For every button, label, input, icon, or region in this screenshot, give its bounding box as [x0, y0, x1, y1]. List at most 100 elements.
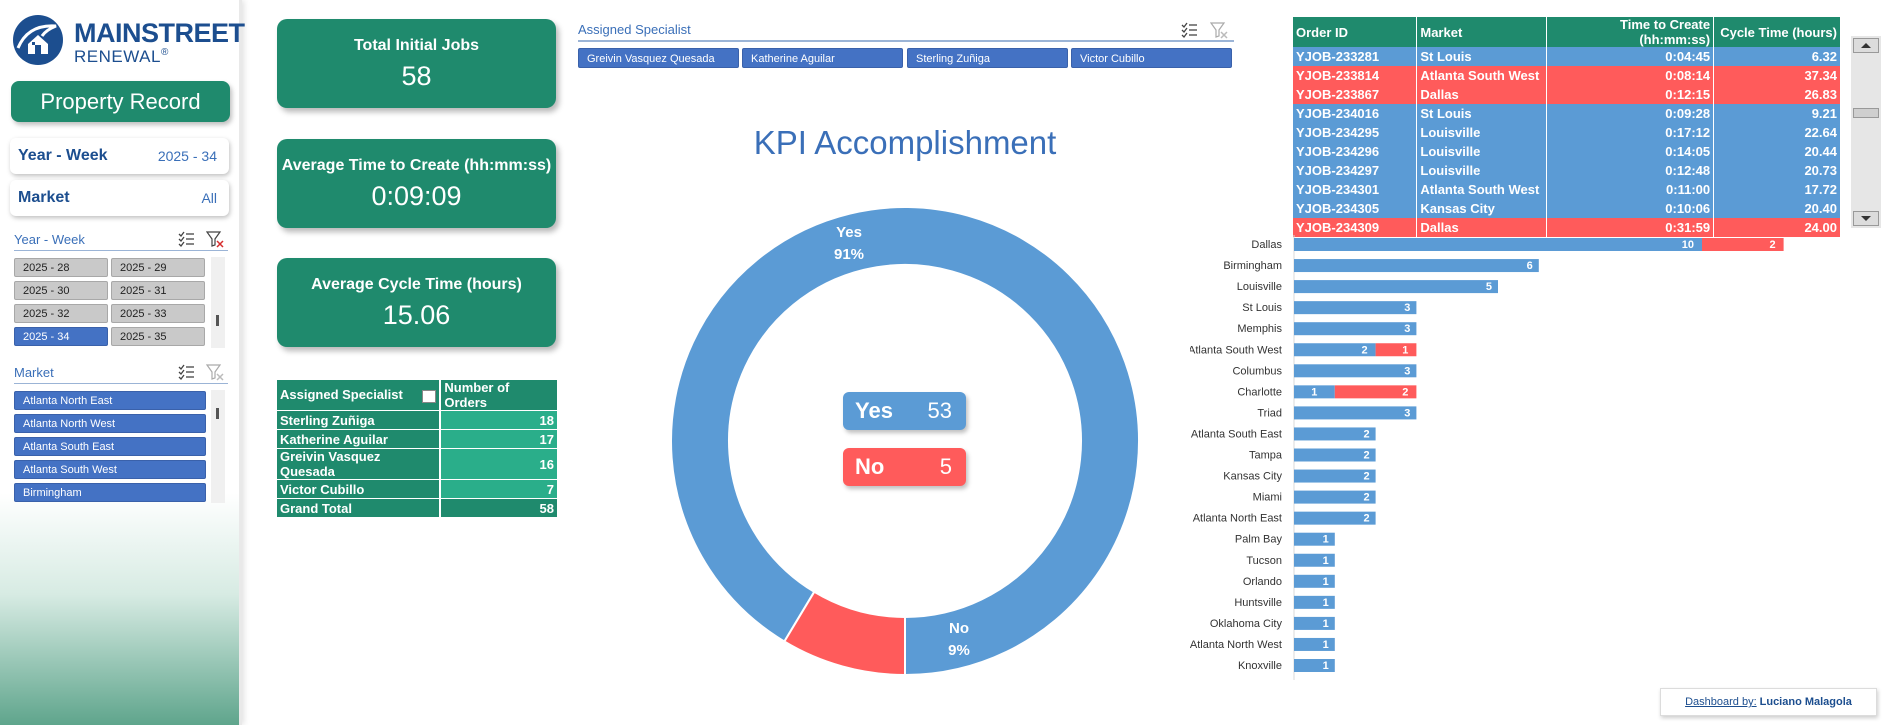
bar-segment[interactable]: [1294, 406, 1417, 420]
order-market: Atlanta South West: [1416, 180, 1548, 199]
scroll-down-button[interactable]: [1853, 211, 1879, 226]
orders-row[interactable]: YJOB-233281 St Louis 0:04:45 6.32: [1293, 47, 1841, 66]
donut-label-percent: 9%: [948, 642, 970, 659]
bar-segment[interactable]: [1294, 280, 1498, 294]
year-week-option[interactable]: 2025 - 31: [111, 281, 205, 300]
orders-scrollbar[interactable]: [1851, 36, 1881, 228]
market-option[interactable]: Atlanta North West: [14, 414, 206, 433]
bar-segment[interactable]: [1294, 364, 1417, 378]
year-week-option[interactable]: 2025 - 35: [111, 327, 205, 346]
orders-row[interactable]: YJOB-234301 Atlanta South West 0:11:00 17.7…: [1293, 180, 1841, 199]
bar-data-label: 2: [1363, 513, 1369, 525]
specialist-option[interactable]: Katherine Aguilar: [742, 48, 903, 68]
multi-select-icon[interactable]: [1180, 21, 1198, 39]
donut-label-percent: 91%: [834, 246, 864, 263]
year-week-option[interactable]: 2025 - 28: [14, 258, 108, 277]
bar-data-label: 2: [1361, 344, 1367, 356]
clear-filter-icon[interactable]: [206, 363, 224, 381]
market-option[interactable]: Atlanta South West: [14, 460, 206, 479]
bar-data-label: 1: [1323, 639, 1329, 651]
market-option[interactable]: Atlanta North East: [14, 391, 206, 410]
orders-row[interactable]: YJOB-234296 Louisville 0:14:05 20.44: [1293, 142, 1841, 161]
logo-main-text: MAINSTREET: [74, 18, 245, 48]
year-week-option[interactable]: 2025 - 33: [111, 304, 205, 323]
bar-category-label: Huntsville: [1234, 597, 1282, 609]
order-id: YJOB-234297: [1293, 161, 1418, 180]
donut-slice-yes[interactable]: [669, 206, 1140, 677]
bar-data-label: 1: [1323, 597, 1329, 609]
kpi-title: Total Initial Jobs: [353, 37, 480, 54]
bar-category-label: Tampa: [1249, 450, 1283, 462]
bar-segment[interactable]: [1294, 322, 1417, 336]
year-week-scrollbar[interactable]: [211, 257, 225, 348]
credit-author: Luciano Malagola: [1759, 696, 1852, 708]
market-slicer-header: Market: [14, 362, 228, 384]
order-cycle-time: 20.44: [1713, 142, 1841, 161]
order-cycle-time: 22.64: [1713, 123, 1841, 142]
specialist-option[interactable]: Victor Cubillo: [1071, 48, 1232, 68]
order-market: Kansas City: [1416, 199, 1548, 218]
pivot-header-specialist[interactable]: Assigned Specialist: [277, 380, 442, 411]
credit-prefix[interactable]: Dashboard by:: [1685, 696, 1757, 708]
kpi-card-total-jobs: Total Initial Jobs 58: [277, 19, 556, 108]
market-scrollbar[interactable]: [211, 390, 225, 503]
orders-row[interactable]: YJOB-233867 Dallas 0:12:15 26.83: [1293, 85, 1841, 104]
orders-row[interactable]: YJOB-233814 Atlanta South West 0:08:14 37.3…: [1293, 66, 1841, 85]
multi-select-icon[interactable]: [177, 230, 195, 248]
clear-filter-icon[interactable]: [206, 230, 224, 248]
bar-segment[interactable]: [1294, 238, 1702, 251]
orders-row[interactable]: YJOB-234016 St Louis 0:09:28 9.21: [1293, 104, 1841, 123]
orders-row[interactable]: YJOB-234297 Louisville 0:12:48 20.73: [1293, 161, 1841, 180]
company-logo: MAINSTREET RENEWAL®: [12, 14, 245, 68]
order-market: Louisville: [1416, 161, 1548, 180]
specialist-pivot-table: Assigned Specialist Number of Orders Ste…: [277, 380, 557, 518]
multi-select-icon[interactable]: [177, 363, 195, 381]
sort-filter-icon[interactable]: [422, 390, 437, 403]
legend-no: No 5: [843, 448, 966, 486]
bar-category-label: Miami: [1253, 492, 1282, 504]
scroll-up-button[interactable]: [1853, 38, 1879, 53]
bar-category-label: Triad: [1257, 407, 1282, 419]
bar-category-label: Atlanta South East: [1191, 428, 1282, 440]
orders-scroll-thumb[interactable]: [1853, 108, 1879, 118]
clear-filter-icon[interactable]: [1210, 21, 1228, 39]
market-option[interactable]: Birmingham: [14, 483, 206, 502]
dashboard-credit[interactable]: Dashboard by: Luciano Malagola: [1660, 688, 1877, 716]
bar-category-label: Tucson: [1246, 555, 1282, 567]
pivot-row: Victor Cubillo 7: [277, 479, 557, 499]
market-scroll-thumb[interactable]: [216, 408, 219, 419]
order-cycle-time: 37.34: [1713, 66, 1841, 85]
legend-no-value: 5: [939, 454, 952, 479]
bar-segment[interactable]: [1294, 301, 1417, 315]
kpi-donut-chart: Yes 91% No 9%: [669, 206, 1140, 677]
order-time-to-create: 0:04:45: [1546, 47, 1715, 66]
year-week-option[interactable]: 2025 - 30: [14, 281, 108, 300]
kpi-value: 0:09:09: [371, 181, 462, 211]
bar-data-label: 1: [1323, 660, 1329, 672]
pivot-total-value: 58: [439, 498, 557, 518]
kpi-title: Average Cycle Time (hours): [311, 276, 522, 293]
order-time-to-create: 0:14:05: [1546, 142, 1715, 161]
bar-category-label: St Louis: [1242, 302, 1282, 314]
bar-segment[interactable]: [1294, 259, 1539, 273]
bar-category-label: Palm Bay: [1235, 534, 1283, 546]
order-market: Dallas: [1416, 85, 1548, 104]
order-time-to-create: 0:12:48: [1546, 161, 1715, 180]
order-id: YJOB-234305: [1293, 199, 1418, 218]
market-option[interactable]: Atlanta South East: [14, 437, 206, 456]
property-record-button[interactable]: Property Record: [11, 81, 230, 122]
year-week-option[interactable]: 2025 - 32: [14, 304, 108, 323]
orders-row[interactable]: YJOB-234305 Kansas City 0:10:06 20.40: [1293, 199, 1841, 218]
orders-header-market: Market: [1416, 17, 1548, 47]
specialist-option[interactable]: Greivin Vasquez Quesada: [578, 48, 739, 68]
orders-row[interactable]: YJOB-234295 Louisville 0:17:12 22.64: [1293, 123, 1841, 142]
order-cycle-time: 9.21: [1713, 104, 1841, 123]
specialist-option[interactable]: Sterling Zuñiga: [907, 48, 1068, 68]
bar-category-label: Atlanta South West: [1190, 344, 1282, 356]
orders-header-id: Order ID: [1293, 17, 1418, 47]
kpi-card-avg-time-create: Average Time to Create (hh:mm:ss) 0:09:0…: [277, 139, 556, 228]
year-week-scroll-thumb[interactable]: [216, 315, 219, 326]
year-week-option[interactable]: 2025 - 29: [111, 258, 205, 277]
bar-segment[interactable]: [1375, 343, 1417, 357]
year-week-option[interactable]: 2025 - 34: [14, 327, 108, 346]
